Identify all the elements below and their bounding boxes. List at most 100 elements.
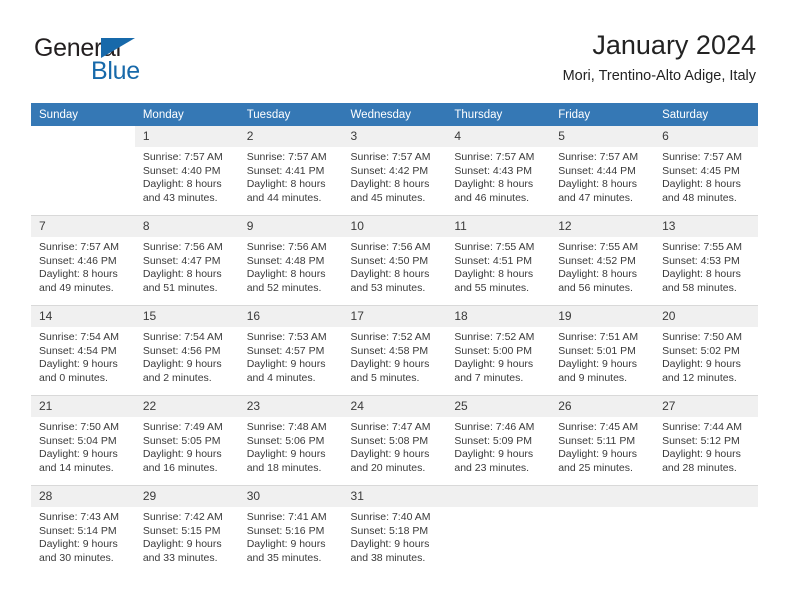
day-cell[interactable]	[446, 485, 551, 575]
daylight-line-2: and 18 minutes.	[246, 461, 322, 474]
sunrise-line: Sunrise: 7:57 AM	[662, 151, 743, 163]
day-number: 30	[238, 486, 343, 507]
day-cell[interactable]: 29 Sunrise: 7:42 AM Sunset: 5:15 PM Dayl…	[134, 485, 239, 575]
day-number: 8	[134, 216, 239, 237]
sunset-line: Sunset: 4:43 PM	[454, 164, 533, 177]
sunrise-line: Sunrise: 7:50 AM	[662, 331, 743, 343]
day-cell[interactable]: 1 Sunrise: 7:57 AM Sunset: 4:40 PM Dayli…	[134, 126, 239, 216]
day-number: 20	[654, 306, 758, 327]
daylight-line-1: Daylight: 9 hours	[246, 358, 326, 371]
calendar-body: 1 Sunrise: 7:57 AM Sunset: 4:40 PM Dayli…	[31, 126, 758, 575]
title-block: January 2024 Mori, Trentino-Alto Adige, …	[563, 28, 756, 87]
daylight-line-2: and 52 minutes.	[246, 281, 322, 294]
sunset-line: Sunset: 5:06 PM	[246, 434, 325, 447]
day-cell[interactable]: 26 Sunrise: 7:45 AM Sunset: 5:11 PM Dayl…	[550, 395, 655, 486]
day-details: Sunrise: 7:54 AM Sunset: 4:54 PM Dayligh…	[31, 327, 135, 395]
daylight-line-1: Daylight: 9 hours	[558, 358, 638, 371]
day-cell[interactable]	[550, 485, 655, 575]
day-cell[interactable]: 9 Sunrise: 7:56 AM Sunset: 4:48 PM Dayli…	[238, 215, 343, 306]
day-cell[interactable]: 25 Sunrise: 7:46 AM Sunset: 5:09 PM Dayl…	[446, 395, 551, 486]
daylight-line-2: and 28 minutes.	[662, 461, 737, 474]
day-cell[interactable]: 11 Sunrise: 7:55 AM Sunset: 4:51 PM Dayl…	[446, 215, 551, 306]
day-cell[interactable]: 23 Sunrise: 7:48 AM Sunset: 5:06 PM Dayl…	[238, 395, 343, 486]
day-cell[interactable]: 3 Sunrise: 7:57 AM Sunset: 4:42 PM Dayli…	[342, 126, 447, 216]
daylight-line-2: and 4 minutes.	[246, 371, 316, 384]
day-details: Sunrise: 7:50 AM Sunset: 5:04 PM Dayligh…	[31, 417, 135, 485]
weekday-header-saturday: Saturday	[654, 103, 758, 126]
page-subtitle: Mori, Trentino-Alto Adige, Italy	[562, 68, 756, 84]
sunset-line: Sunset: 5:09 PM	[454, 434, 533, 447]
day-cell[interactable]: 15 Sunrise: 7:54 AM Sunset: 4:56 PM Dayl…	[134, 305, 239, 396]
daylight-line-2: and 48 minutes.	[662, 191, 737, 204]
day-cell[interactable]: 19 Sunrise: 7:51 AM Sunset: 5:01 PM Dayl…	[550, 305, 655, 396]
daylight-line-2: and 53 minutes.	[350, 281, 426, 294]
day-cell[interactable]: 6 Sunrise: 7:57 AM Sunset: 4:45 PM Dayli…	[654, 126, 758, 216]
day-number: 7	[31, 216, 135, 237]
day-cell[interactable]: 2 Sunrise: 7:57 AM Sunset: 4:41 PM Dayli…	[238, 126, 343, 216]
day-cell[interactable]: 27 Sunrise: 7:44 AM Sunset: 5:12 PM Dayl…	[654, 395, 758, 486]
day-cell[interactable]	[31, 126, 135, 216]
day-details: Sunrise: 7:48 AM Sunset: 5:06 PM Dayligh…	[239, 417, 343, 485]
daylight-line-1: Daylight: 9 hours	[350, 448, 430, 461]
sunset-line: Sunset: 4:40 PM	[142, 164, 221, 177]
daylight-line-2: and 9 minutes.	[558, 371, 628, 384]
sunset-line: Sunset: 5:14 PM	[39, 524, 117, 537]
day-cell[interactable]: 24 Sunrise: 7:47 AM Sunset: 5:08 PM Dayl…	[342, 395, 447, 486]
daylight-line-2: and 30 minutes.	[39, 551, 114, 564]
sunrise-line: Sunrise: 7:55 AM	[558, 241, 639, 253]
day-number: 19	[550, 306, 655, 327]
day-cell[interactable]: 7 Sunrise: 7:57 AM Sunset: 4:46 PM Dayli…	[31, 215, 135, 306]
day-details: Sunrise: 7:40 AM Sunset: 5:18 PM Dayligh…	[343, 507, 447, 575]
day-cell[interactable]: 20 Sunrise: 7:50 AM Sunset: 5:02 PM Dayl…	[654, 305, 758, 396]
day-details	[31, 147, 135, 215]
sunset-line: Sunset: 5:08 PM	[350, 434, 429, 447]
week-row: 1 Sunrise: 7:57 AM Sunset: 4:40 PM Dayli…	[31, 126, 758, 216]
sunset-line: Sunset: 5:12 PM	[662, 434, 740, 447]
day-number: 25	[446, 396, 551, 417]
day-details: Sunrise: 7:49 AM Sunset: 5:05 PM Dayligh…	[135, 417, 239, 485]
day-cell[interactable]: 14 Sunrise: 7:54 AM Sunset: 4:54 PM Dayl…	[31, 305, 135, 396]
day-number: 18	[446, 306, 551, 327]
sunset-line: Sunset: 4:50 PM	[350, 254, 429, 267]
day-number: 22	[134, 396, 239, 417]
day-cell[interactable]: 17 Sunrise: 7:52 AM Sunset: 4:58 PM Dayl…	[342, 305, 447, 396]
day-cell[interactable]: 16 Sunrise: 7:53 AM Sunset: 4:57 PM Dayl…	[238, 305, 343, 396]
day-cell[interactable]: 18 Sunrise: 7:52 AM Sunset: 5:00 PM Dayl…	[446, 305, 551, 396]
daylight-line-1: Daylight: 9 hours	[39, 538, 118, 551]
day-details: Sunrise: 7:41 AM Sunset: 5:16 PM Dayligh…	[239, 507, 343, 575]
day-cell[interactable]: 30 Sunrise: 7:41 AM Sunset: 5:16 PM Dayl…	[238, 485, 343, 575]
general-blue-logo[interactable]: General Blue	[34, 34, 254, 90]
day-number: 17	[342, 306, 447, 327]
day-cell[interactable]	[654, 485, 758, 575]
calendar-page: General Blue January 2024 Mori, Trentino…	[0, 0, 792, 612]
day-cell[interactable]: 13 Sunrise: 7:55 AM Sunset: 4:53 PM Dayl…	[654, 215, 758, 306]
weekday-header-sunday: Sunday	[31, 103, 135, 126]
daylight-line-1: Daylight: 8 hours	[454, 178, 534, 191]
day-details: Sunrise: 7:56 AM Sunset: 4:47 PM Dayligh…	[135, 237, 239, 305]
day-details: Sunrise: 7:55 AM Sunset: 4:53 PM Dayligh…	[654, 237, 758, 305]
daylight-line-1: Daylight: 8 hours	[454, 268, 534, 281]
sunrise-line: Sunrise: 7:55 AM	[454, 241, 535, 253]
sunrise-line: Sunrise: 7:51 AM	[558, 331, 639, 343]
day-cell[interactable]: 31 Sunrise: 7:40 AM Sunset: 5:18 PM Dayl…	[342, 485, 447, 575]
day-cell[interactable]: 12 Sunrise: 7:55 AM Sunset: 4:52 PM Dayl…	[550, 215, 655, 306]
day-cell[interactable]: 28 Sunrise: 7:43 AM Sunset: 5:14 PM Dayl…	[31, 485, 135, 575]
sunrise-line: Sunrise: 7:56 AM	[142, 241, 223, 253]
sunrise-line: Sunrise: 7:57 AM	[454, 151, 535, 163]
day-cell[interactable]: 4 Sunrise: 7:57 AM Sunset: 4:43 PM Dayli…	[446, 126, 551, 216]
day-cell[interactable]: 5 Sunrise: 7:57 AM Sunset: 4:44 PM Dayli…	[550, 126, 655, 216]
day-cell[interactable]: 21 Sunrise: 7:50 AM Sunset: 5:04 PM Dayl…	[31, 395, 135, 486]
day-cell[interactable]: 10 Sunrise: 7:56 AM Sunset: 4:50 PM Dayl…	[342, 215, 447, 306]
daylight-line-2: and 38 minutes.	[350, 551, 426, 564]
daylight-line-2: and 49 minutes.	[39, 281, 114, 294]
daylight-line-1: Daylight: 9 hours	[662, 358, 741, 371]
daylight-line-1: Daylight: 8 hours	[558, 268, 638, 281]
day-number: 13	[654, 216, 758, 237]
sunset-line: Sunset: 5:02 PM	[662, 344, 740, 357]
daylight-line-1: Daylight: 8 hours	[350, 268, 430, 281]
sunrise-line: Sunrise: 7:50 AM	[39, 421, 119, 433]
sunrise-line: Sunrise: 7:57 AM	[350, 151, 431, 163]
day-cell[interactable]: 22 Sunrise: 7:49 AM Sunset: 5:05 PM Dayl…	[134, 395, 239, 486]
sunset-line: Sunset: 4:54 PM	[39, 344, 117, 357]
day-cell[interactable]: 8 Sunrise: 7:56 AM Sunset: 4:47 PM Dayli…	[134, 215, 239, 306]
